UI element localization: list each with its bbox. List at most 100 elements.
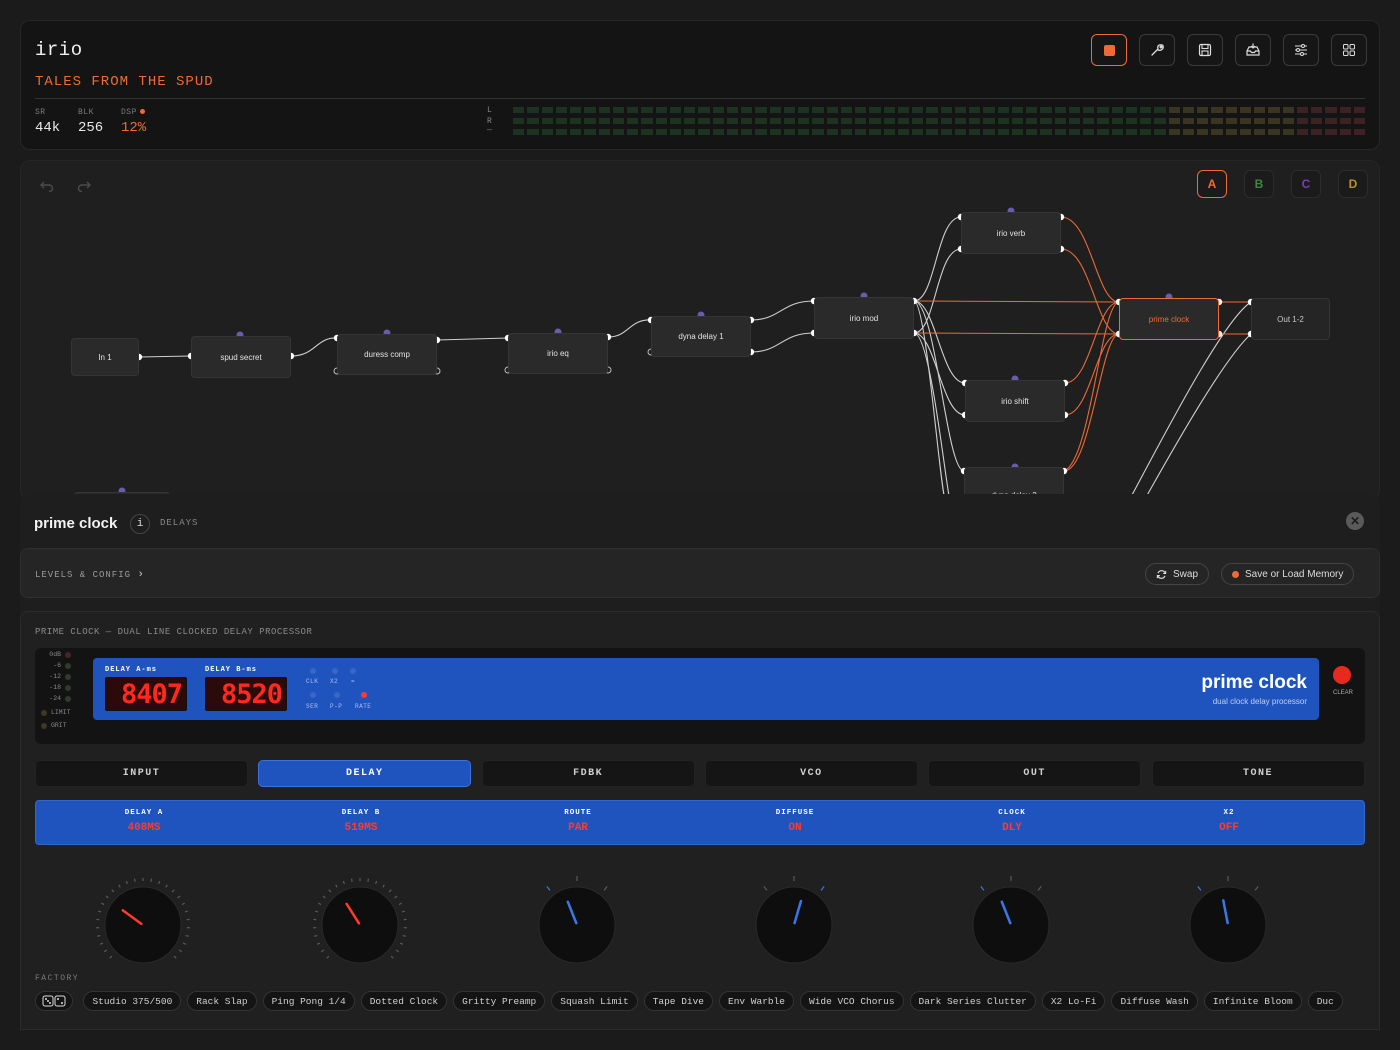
node-out-1-2[interactable]: Out 1-2 <box>1251 298 1330 340</box>
eq-led <box>350 668 356 674</box>
clear-button[interactable] <box>1333 666 1351 684</box>
preset-item[interactable]: Infinite Bloom <box>1203 991 1302 1011</box>
tab-tone[interactable]: TONE <box>1151 760 1365 787</box>
brand-name: prime clock <box>1201 672 1307 693</box>
save-icon <box>1198 43 1212 57</box>
node-in-1[interactable]: In 1 <box>71 338 139 376</box>
stop-button[interactable] <box>1091 34 1127 66</box>
delay-b-display: 8520 <box>205 677 287 711</box>
knob-route[interactable] <box>522 870 632 980</box>
stop-icon <box>1103 44 1115 56</box>
knob-delay-a[interactable] <box>88 870 198 980</box>
eq-label: = <box>351 678 356 685</box>
meter-label-left: L <box>487 106 492 115</box>
memory-dot-icon <box>1232 570 1239 578</box>
display-a-label: DELAY A-ms <box>105 666 158 674</box>
tab-vco[interactable]: VCO <box>704 760 918 787</box>
display-b-label: DELAY B-ms <box>205 666 258 674</box>
close-button[interactable]: ✕ <box>1346 512 1364 530</box>
preset-item[interactable]: Env Warble <box>719 991 795 1011</box>
preset-item[interactable]: Duc <box>1307 991 1343 1011</box>
tools-button[interactable] <box>1139 34 1175 66</box>
preset-item[interactable]: Dark Series Clutter <box>909 991 1036 1011</box>
faceplate: DELAY A-ms 8407 DELAY B-ms 8520 CLK X2 =… <box>93 658 1319 720</box>
preset-item[interactable]: Rack Slap <box>187 991 257 1011</box>
level-meter-right <box>513 118 1365 124</box>
rate-label: RATE <box>355 703 372 710</box>
param-clock: CLOCK DLY <box>998 809 1026 834</box>
wrench-icon <box>1151 44 1164 56</box>
param-route: ROUTE PAR <box>564 809 592 834</box>
clear-label: CLEAR <box>1332 690 1353 696</box>
x2-label: X2 <box>330 678 339 685</box>
node-spud-secret[interactable]: spud secret <box>191 336 291 378</box>
random-preset-button[interactable] <box>35 991 73 1011</box>
song-title[interactable]: TALES FROM THE SPUD <box>35 74 214 90</box>
tab-out[interactable]: OUT <box>928 760 1142 787</box>
preset-item[interactable]: X2 Lo-Fi <box>1041 991 1106 1011</box>
node-irio-eq[interactable]: irio eq <box>508 333 608 374</box>
preset-item[interactable]: Studio 375/500 <box>83 991 182 1011</box>
preset-item[interactable]: Gritty Preamp <box>453 991 546 1011</box>
node-prime-clock[interactable]: prime clock <box>1119 298 1219 340</box>
close-icon: ✕ <box>1349 514 1361 528</box>
device-panel: prime clock i DELAYS ✕ LEVELS & CONFIG ›… <box>20 494 1380 1030</box>
refresh-icon <box>1156 569 1167 579</box>
led-2: -12 <box>41 673 71 680</box>
header-bar: irio TALES FROM THE SPUD SR 44k BLK 256 … <box>20 20 1380 150</box>
level-meter-3 <box>513 129 1365 135</box>
preset-item[interactable]: Dotted Clock <box>360 991 448 1011</box>
tab-input[interactable]: INPUT <box>35 760 248 787</box>
node-irio-verb[interactable]: irio verb <box>961 212 1061 254</box>
sliders-icon <box>1295 44 1307 56</box>
meter-label-dash: — <box>487 126 492 135</box>
led-6: GRIT <box>41 722 67 729</box>
preset-item[interactable]: Squash Limit <box>551 991 638 1011</box>
preset-list: Studio 375/500 Rack Slap Ping Pong 1/4 Dott… <box>35 991 1379 1013</box>
memory-button[interactable]: Save or Load Memory <box>1221 563 1355 585</box>
node-duress-comp[interactable]: duress comp <box>337 334 437 375</box>
clk-led <box>310 668 316 674</box>
knob-diffuse[interactable] <box>739 870 849 980</box>
knob-delay-b[interactable] <box>305 870 415 980</box>
layout-button[interactable] <box>1331 34 1367 66</box>
led-3: -18 <box>41 684 71 691</box>
grid-icon <box>1343 44 1355 56</box>
device-caption: PRIME CLOCK — DUAL LINE CLOCKED DELAY PR… <box>35 627 313 637</box>
led-1: -6 <box>41 662 71 669</box>
node-irio-mod[interactable]: irio mod <box>814 297 914 339</box>
rate-led <box>361 692 367 698</box>
divider <box>35 98 1365 99</box>
node-irio-shift[interactable]: irio shift <box>965 380 1065 422</box>
ser-label: SER <box>306 703 319 710</box>
preset-item[interactable]: Tape Dive <box>643 991 713 1011</box>
signal-graph[interactable]: ABCD In 1 spud secret duress comp irio e… <box>20 160 1380 500</box>
led-5: LIMIT <box>41 709 71 716</box>
preset-item[interactable]: Ping Pong 1/4 <box>262 991 355 1011</box>
levels-config-toggle[interactable]: LEVELS & CONFIG › <box>35 569 145 581</box>
save-button[interactable] <box>1187 34 1223 66</box>
chevron-right-icon: › <box>137 569 146 581</box>
settings-button[interactable] <box>1283 34 1319 66</box>
swap-button[interactable]: Swap <box>1145 563 1210 585</box>
node-dyna-delay-1[interactable]: dyna delay 1 <box>651 316 751 357</box>
brand-subtitle: dual clock delay processor <box>1212 697 1307 706</box>
param-delay-a: DELAY A 408MS <box>124 809 164 834</box>
levels-config-bar[interactable]: LEVELS & CONFIG › Swap Save or Load Memo… <box>20 548 1380 598</box>
delay-a-display: 8407 <box>105 677 187 711</box>
level-meter-left <box>513 107 1365 113</box>
preset-item[interactable]: Diffuse Wash <box>1111 991 1198 1011</box>
tab-delay[interactable]: DELAY <box>258 760 472 787</box>
param-delay-b: DELAY B 519MS <box>341 809 381 834</box>
clk-label: CLK <box>306 678 319 685</box>
knob-clock[interactable] <box>956 870 1066 980</box>
knob-x2[interactable] <box>1173 870 1283 980</box>
device-title: prime clock <box>34 515 118 532</box>
led-0: 0dB <box>41 651 71 658</box>
stat-sample-rate: SR 44k <box>35 108 61 136</box>
tab-fdbk[interactable]: FDBK <box>481 760 695 787</box>
info-button[interactable]: i <box>130 514 150 534</box>
pp-label: P-P <box>330 703 343 710</box>
inbox-button[interactable] <box>1235 34 1271 66</box>
preset-item[interactable]: Wide VCO Chorus <box>800 991 904 1011</box>
